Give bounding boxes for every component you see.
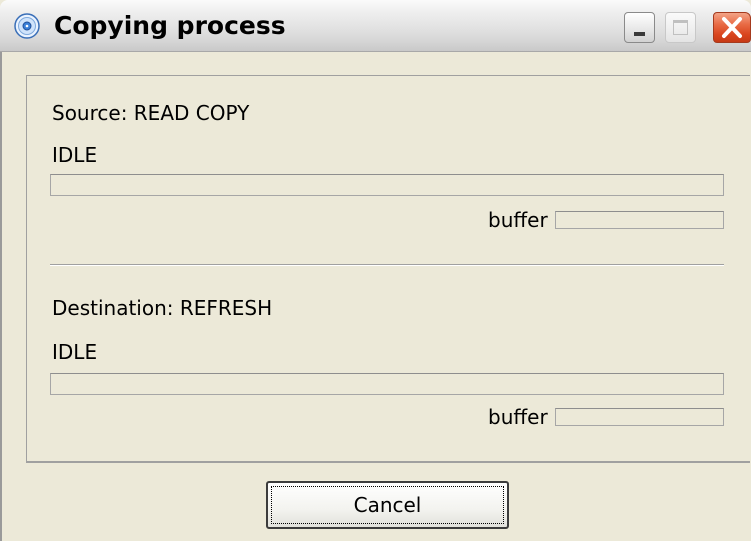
destination-label: Destination: REFRESH: [52, 296, 273, 320]
destination-buffer-bar: [555, 408, 724, 426]
destination-status: IDLE: [52, 340, 98, 364]
maximize-button[interactable]: [665, 12, 696, 43]
maximize-icon: [673, 20, 688, 35]
source-progress-bar: [50, 174, 724, 196]
destination-buffer-label: buffer: [488, 405, 548, 429]
source-buffer-bar: [555, 211, 724, 229]
title-bar[interactable]: Copying process: [0, 0, 751, 52]
close-button[interactable]: [713, 12, 751, 43]
destination-progress-bar: [50, 373, 724, 395]
minimize-button[interactable]: [624, 12, 655, 43]
window-title: Copying process: [54, 11, 286, 40]
cd-disc-icon: [14, 13, 40, 39]
minimize-icon: [634, 32, 645, 36]
source-status: IDLE: [52, 143, 98, 167]
close-icon: [714, 13, 750, 42]
section-divider: [50, 264, 724, 266]
copying-process-window: Copying process Source: READ COPY IDLE b…: [0, 0, 751, 541]
progress-group-panel: [26, 75, 750, 463]
cancel-button-label: Cancel: [271, 486, 504, 524]
source-label: Source: READ COPY: [52, 101, 250, 125]
cancel-button[interactable]: Cancel: [266, 481, 509, 529]
source-buffer-label: buffer: [488, 208, 548, 232]
